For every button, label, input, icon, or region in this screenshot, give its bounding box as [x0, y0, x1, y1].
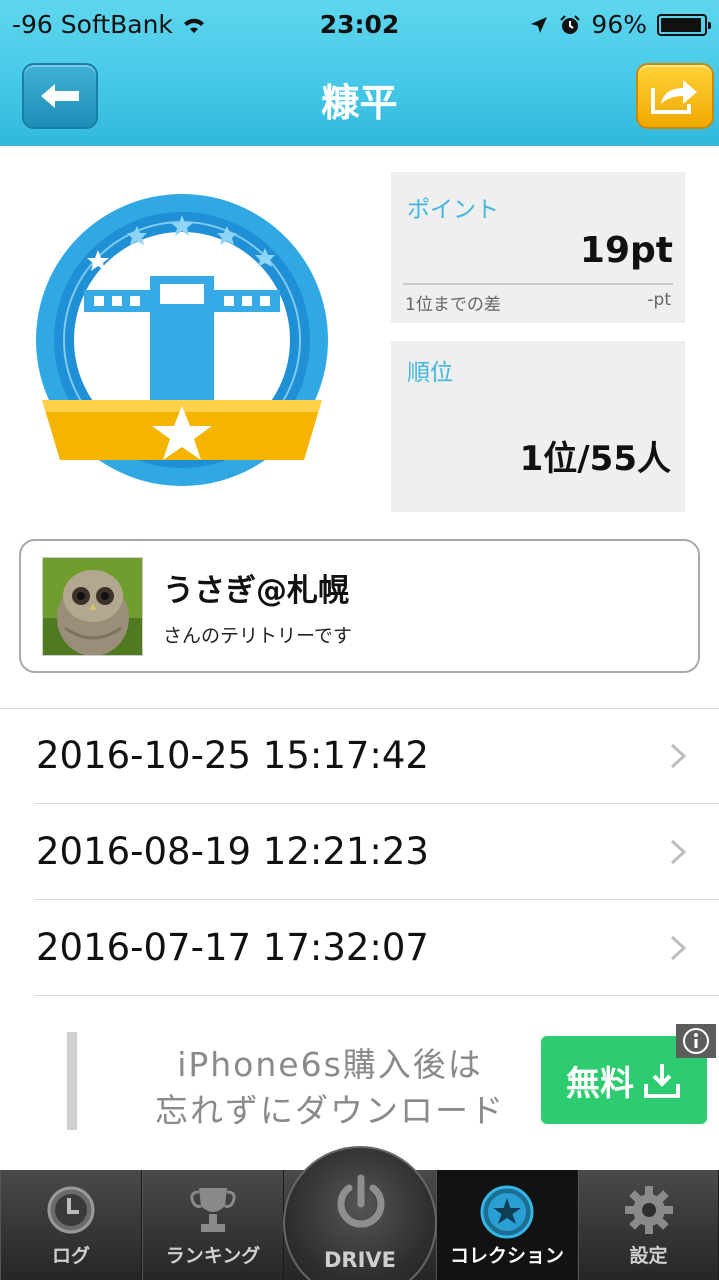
- share-icon: [651, 80, 697, 114]
- ad-info-button[interactable]: [676, 1024, 716, 1058]
- diff-label: 1位までの差: [405, 295, 501, 315]
- territory-badge: [36, 194, 328, 486]
- points-value: 19pt: [579, 230, 673, 271]
- tab-collection[interactable]: コレクション: [436, 1170, 578, 1280]
- tab-collection-label: コレクション: [449, 1245, 564, 1267]
- chevron-right-icon: [670, 839, 687, 865]
- tab-log-label: ログ: [51, 1245, 90, 1267]
- battery-fill: [661, 17, 702, 32]
- chevron-right-icon: [670, 743, 687, 769]
- territory-owner-card[interactable]: うさぎ@札幌 さんのテリトリーです: [19, 539, 700, 673]
- avatar: [42, 557, 143, 656]
- battery-icon: [657, 13, 711, 36]
- drive-label: DRIVE: [323, 1248, 396, 1272]
- ad-banner[interactable]: iPhone6s購入後は 忘れずにダウンロード 無料: [0, 1020, 719, 1150]
- gear-icon: [624, 1186, 673, 1234]
- ad-button-label: 無料: [566, 1063, 634, 1104]
- location-arrow-icon: [531, 16, 548, 33]
- owner-name: うさぎ@札幌: [163, 573, 349, 609]
- tab-log[interactable]: ログ: [0, 1170, 142, 1280]
- list-item[interactable]: 2016-07-17 17:32:07: [34, 900, 719, 996]
- chevron-right-icon: [670, 935, 687, 961]
- status-bar: -96 SoftBank 23:02 96%: [0, 0, 719, 52]
- power-icon: [337, 1174, 385, 1228]
- history-datetime: 2016-07-17 17:32:07: [36, 926, 429, 969]
- star-circle-icon: [480, 1185, 534, 1239]
- drive-button[interactable]: DRIVE: [283, 1146, 437, 1280]
- list-item[interactable]: 2016-10-25 15:17:42: [34, 708, 719, 804]
- list-item[interactable]: 2016-08-19 12:21:23: [34, 804, 719, 900]
- top-bar: -96 SoftBank 23:02 96% 糠平: [0, 0, 719, 146]
- info-icon: [683, 1028, 709, 1054]
- diff-value: -pt: [647, 290, 671, 310]
- points-label: ポイント: [407, 197, 499, 223]
- points-card: ポイント 19pt 1位までの差 -pt: [391, 172, 685, 323]
- clock-icon: [47, 1186, 95, 1234]
- tab-ranking[interactable]: ランキング: [142, 1170, 284, 1280]
- rank-value: 1位/55人: [519, 439, 671, 479]
- owner-subtitle: さんのテリトリーです: [163, 625, 352, 647]
- points-divider: [403, 283, 673, 285]
- tab-settings-label: 設定: [629, 1245, 668, 1267]
- battery-percent: 96%: [591, 10, 647, 39]
- alarm-icon: [560, 14, 581, 34]
- tab-settings[interactable]: 設定: [578, 1170, 719, 1280]
- page-title: 糠平: [321, 81, 398, 125]
- status-right: 96%: [529, 10, 711, 39]
- rank-card: 順位 1位/55人: [391, 341, 685, 512]
- download-icon: [644, 1064, 680, 1098]
- owl-avatar-icon: [43, 558, 142, 655]
- history-datetime: 2016-10-25 15:17:42: [36, 734, 429, 777]
- rank-label: 順位: [407, 360, 453, 386]
- share-button[interactable]: [636, 63, 714, 129]
- trophy-icon: [190, 1188, 236, 1232]
- history-datetime: 2016-08-19 12:21:23: [36, 830, 429, 873]
- tab-ranking-label: ランキング: [165, 1245, 261, 1267]
